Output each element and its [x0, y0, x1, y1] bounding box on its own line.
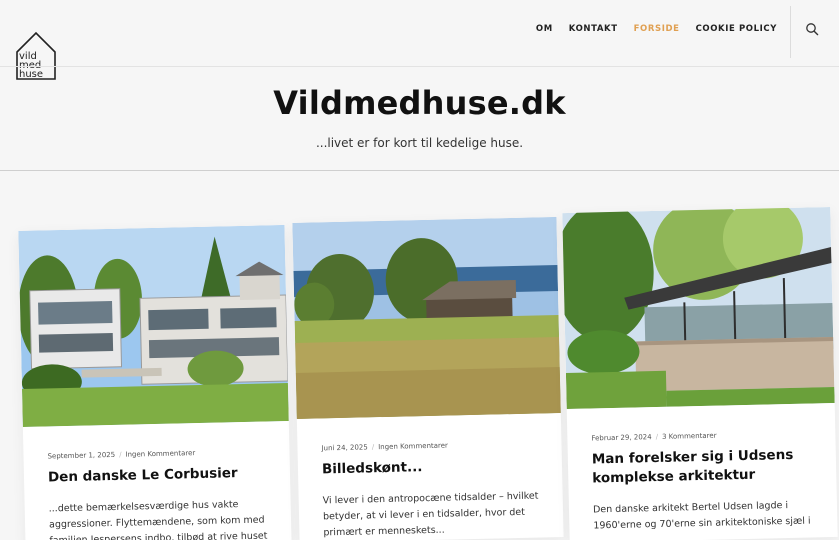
post-card[interactable]: Februar 29, 2024/3 Kommentarer Man forel… — [562, 207, 838, 540]
main-nav: OM KONTAKT FORSIDE COOKIE POLICY — [536, 24, 777, 34]
post-meta: Februar 29, 2024/3 Kommentarer — [591, 431, 717, 443]
post-title[interactable]: Den danske Le Corbusier — [48, 463, 270, 487]
site-title[interactable]: Vildmedhuse.dk — [0, 84, 839, 122]
nav-item-om[interactable]: OM — [536, 24, 553, 34]
search-icon[interactable] — [805, 22, 819, 36]
post-excerpt: ...dette bemærkelsesværdige hus vakte ag… — [48, 499, 268, 540]
post-excerpt: Vi lever i den antropocæne tidsalder – h… — [322, 490, 539, 539]
post-comments[interactable]: 3 Kommentarer — [662, 432, 717, 441]
post-card[interactable]: September 1, 2025/Ingen Kommentarer Den … — [18, 225, 292, 540]
post-meta: Juni 24, 2025/Ingen Kommentarer — [321, 441, 448, 453]
post-excerpt: Den danske arkitekt Bertel Udsen lagde i… — [592, 500, 811, 532]
post-card[interactable]: Juni 24, 2025/Ingen Kommentarer Billedsk… — [292, 217, 564, 540]
post-image-meadow-cabin[interactable] — [292, 217, 561, 419]
site-logo[interactable]: vild med huse — [14, 30, 58, 82]
post-meta: September 1, 2025/Ingen Kommentarer — [47, 449, 196, 461]
nav-item-kontakt[interactable]: KONTAKT — [569, 24, 618, 34]
post-image-udsen-house[interactable] — [562, 207, 835, 410]
post-title[interactable]: Billedskønt... — [322, 455, 542, 479]
post-title[interactable]: Man forelsker sig i Udsens komplekse ark… — [592, 445, 817, 488]
header-divider — [0, 66, 839, 67]
nav-divider — [790, 6, 791, 58]
page: vild med huse OM KONTAKT FORSIDE COOKIE … — [0, 0, 839, 540]
nav-item-forside[interactable]: FORSIDE — [634, 24, 680, 34]
post-date[interactable]: Februar 29, 2024 — [591, 433, 651, 442]
site-tagline: ...livet er for kort til kedelige huse. — [315, 136, 524, 150]
logo-line-3: huse — [19, 69, 43, 80]
nav-item-cookie-policy[interactable]: COOKIE POLICY — [696, 24, 777, 34]
post-comments[interactable]: Ingen Kommentarer — [378, 442, 448, 452]
post-comments[interactable]: Ingen Kommentarer — [125, 449, 195, 459]
post-image-modernist-house[interactable] — [18, 225, 289, 428]
post-date[interactable]: September 1, 2025 — [47, 451, 115, 461]
post-date[interactable]: Juni 24, 2025 — [321, 443, 367, 452]
title-divider — [0, 170, 839, 171]
